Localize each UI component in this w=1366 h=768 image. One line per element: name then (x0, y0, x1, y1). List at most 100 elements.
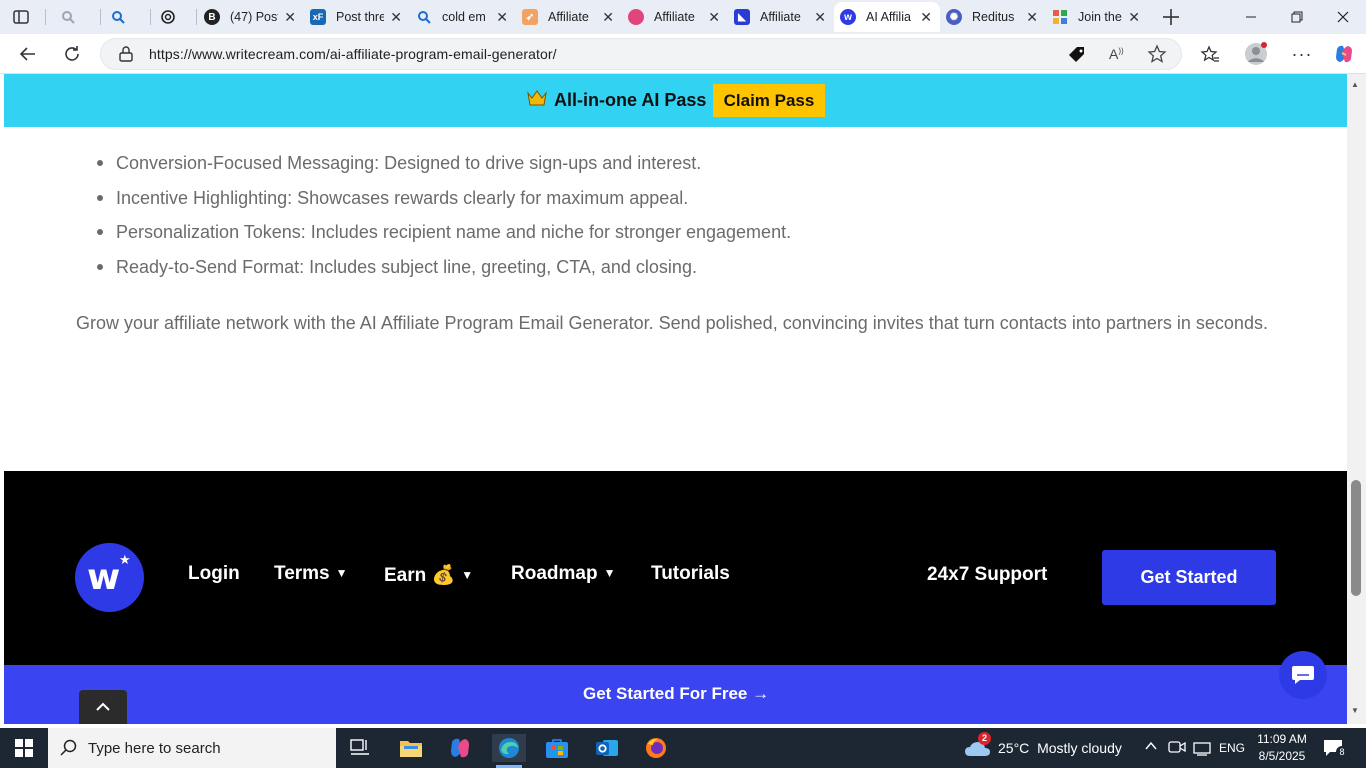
scroll-down-icon[interactable]: ▼ (1351, 706, 1359, 715)
url-text[interactable]: https://www.writecream.com/ai-affiliate-… (149, 46, 557, 62)
address-bar[interactable]: https://www.writecream.com/ai-affiliate-… (100, 38, 1182, 70)
browser-tab[interactable]: cold em ✕ (416, 2, 516, 32)
xf-icon: xF (310, 9, 326, 25)
chat-widget-button[interactable] (1279, 651, 1327, 699)
profile-avatar-icon[interactable] (1242, 40, 1270, 68)
browser-tab[interactable]: B (47) Post ✕ (204, 2, 304, 32)
crown-icon (527, 89, 547, 112)
logo-letter: w (87, 557, 121, 598)
scroll-to-top-button[interactable] (79, 690, 127, 724)
cta-bar[interactable]: Get Started For Free → (4, 665, 1347, 724)
nav-label: Terms (274, 563, 330, 584)
writecream-logo[interactable]: w ★ (75, 543, 144, 612)
claim-pass-button[interactable]: Claim Pass (713, 84, 825, 117)
windows-taskbar: Type here to search 2 25°C Mostly cloudy… (0, 728, 1366, 768)
restore-icon[interactable] (1274, 0, 1320, 34)
task-view-icon[interactable] (346, 734, 374, 762)
new-tab-icon[interactable] (1160, 6, 1182, 28)
firefox-icon[interactable] (642, 734, 670, 762)
chevron-down-icon: ▼ (603, 566, 616, 580)
notifications-icon[interactable]: 8 (1322, 738, 1348, 763)
microsoft-store-icon[interactable] (543, 734, 571, 762)
close-tab-icon[interactable]: ✕ (390, 9, 402, 25)
minimize-icon[interactable] (1228, 0, 1274, 34)
taskbar-clock[interactable]: 11:09 AM 8/5/2025 (1254, 731, 1310, 765)
closing-paragraph: Grow your affiliate network with the AI … (76, 313, 1268, 333)
browser-tab-active[interactable]: w AI Affilia ✕ (834, 2, 940, 32)
tab-title: Join the (1078, 10, 1122, 24)
shopping-tag-icon[interactable] (1067, 45, 1087, 70)
weather-desc: Mostly cloudy (1037, 740, 1122, 756)
chevron-down-icon: ▼ (335, 566, 348, 580)
browser-tab[interactable]: ➶ Affiliate ✕ (522, 2, 622, 32)
nav-label: Roadmap (511, 563, 598, 584)
refresh-icon[interactable] (58, 40, 86, 68)
browser-tab[interactable] (60, 2, 94, 32)
page-scrollbar[interactable]: ▲ ▼ (1347, 74, 1366, 724)
favorite-star-icon[interactable] (1147, 44, 1167, 69)
close-tab-icon[interactable]: ✕ (920, 9, 932, 25)
chevron-down-icon: ▼ (461, 568, 474, 582)
site-info-icon[interactable] (119, 46, 133, 67)
browser-tab[interactable]: xF Post thre ✕ (310, 2, 410, 32)
close-window-icon[interactable] (1320, 0, 1366, 34)
browser-tab[interactable]: ✺ Reditus ✕ (946, 2, 1046, 32)
taskbar-search[interactable]: Type here to search (48, 728, 336, 768)
weather-icon[interactable]: 2 (964, 732, 992, 765)
browser-tab[interactable]: Affiliate ✕ (628, 2, 728, 32)
tab-actions-icon[interactable] (12, 8, 30, 26)
read-aloud-icon[interactable]: A)) (1109, 46, 1124, 62)
close-tab-icon[interactable]: ✕ (1128, 9, 1140, 25)
weather-temp: 25°C (998, 740, 1030, 756)
weather-text[interactable]: 25°C Mostly cloudy (998, 740, 1122, 756)
close-tab-icon[interactable]: ✕ (496, 9, 508, 25)
file-explorer-icon[interactable] (397, 734, 425, 762)
openai-icon (160, 9, 176, 25)
close-tab-icon[interactable]: ✕ (284, 9, 296, 25)
close-tab-icon[interactable]: ✕ (602, 9, 614, 25)
close-tab-icon[interactable]: ✕ (814, 9, 826, 25)
favorites-icon[interactable] (1196, 40, 1224, 68)
reditus-icon: ✺ (946, 9, 962, 25)
close-tab-icon[interactable]: ✕ (708, 9, 720, 25)
list-item: Personalization Tokens: Includes recipie… (96, 221, 791, 256)
chat-icon (1292, 666, 1314, 684)
footer-nav-terms[interactable]: Terms ▼ (274, 563, 348, 585)
tab-title: (47) Post (230, 10, 278, 24)
cta-link[interactable]: Get Started For Free → (583, 684, 769, 704)
scroll-up-icon[interactable]: ▲ (1351, 80, 1359, 89)
scrollbar-thumb[interactable] (1351, 480, 1361, 596)
browser-tab[interactable] (110, 2, 144, 32)
meet-now-icon[interactable] (1168, 739, 1186, 760)
tab-title: Affiliate (760, 10, 801, 24)
list-item: Conversion-Focused Messaging: Designed t… (96, 152, 791, 187)
weather-badge: 2 (978, 732, 991, 745)
copilot-app-icon[interactable] (446, 734, 474, 762)
footer-nav-login[interactable]: Login (188, 563, 240, 585)
more-options-icon[interactable]: ··· (1288, 40, 1316, 68)
input-language[interactable]: ENG (1219, 741, 1245, 755)
browser-tab[interactable] (160, 2, 194, 32)
get-started-button[interactable]: Get Started (1102, 550, 1276, 605)
footer-nav-tutorials[interactable]: Tutorials (651, 563, 730, 585)
outlook-icon[interactable] (593, 734, 621, 762)
back-icon[interactable] (14, 40, 42, 68)
list-item: Ready-to-Send Format: Includes subject l… (96, 256, 791, 291)
footer-nav-roadmap[interactable]: Roadmap ▼ (511, 563, 615, 585)
network-icon[interactable] (1193, 740, 1211, 761)
footer-nav-earn[interactable]: Earn 💰 ▼ (384, 563, 473, 587)
windows-start-icon[interactable] (0, 728, 48, 768)
search-placeholder: Type here to search (88, 740, 221, 757)
copilot-icon[interactable] (1330, 40, 1358, 68)
tab-title: AI Affilia (866, 10, 911, 24)
rocket-icon: ➶ (522, 9, 538, 25)
chevron-up-icon[interactable] (1144, 739, 1158, 758)
search-icon (110, 9, 126, 25)
support-link[interactable]: 24x7 Support (927, 564, 1047, 586)
browser-tab[interactable]: Join the ✕ (1052, 2, 1148, 32)
feature-list: Conversion-Focused Messaging: Designed t… (96, 152, 791, 291)
browser-tab[interactable]: ◣ Affiliate ✕ (734, 2, 834, 32)
nav-label: Earn 💰 (384, 565, 456, 586)
edge-browser-icon[interactable] (492, 734, 526, 762)
close-tab-icon[interactable]: ✕ (1026, 9, 1038, 25)
